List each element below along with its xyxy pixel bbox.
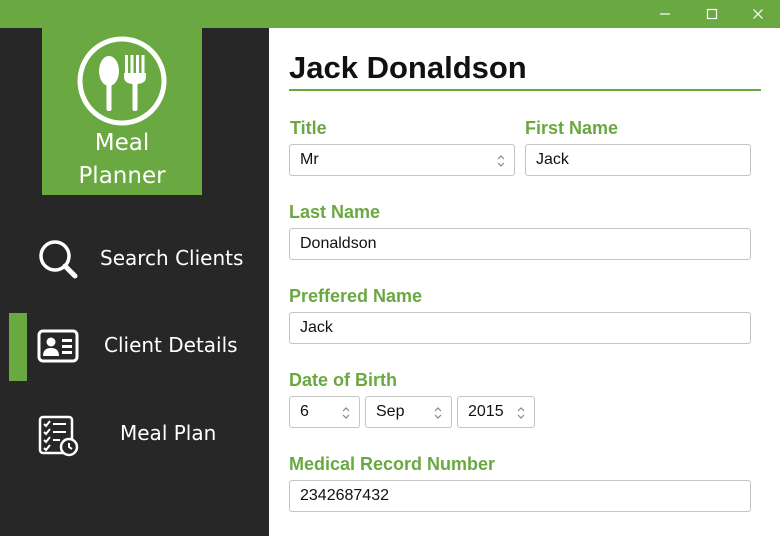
date-of-birth-label: Date of Birth <box>289 370 397 390</box>
spoon-fork-icon <box>77 36 167 126</box>
app-logo: Meal Planner <box>42 28 202 195</box>
spinner-arrows-icon <box>517 407 525 419</box>
minimize-button[interactable] <box>642 0 688 28</box>
preferred-name-label: Preffered Name <box>289 286 423 306</box>
nav-item-search-clients[interactable]: Search Clients <box>0 226 269 294</box>
close-button[interactable] <box>735 0 780 28</box>
nav-label-meal-plan: Meal Plan <box>120 421 217 445</box>
nav-label-client-details: Client Details <box>104 333 238 357</box>
preferred-name-field[interactable]: Jack <box>289 312 751 344</box>
nav-item-meal-plan[interactable]: Meal Plan <box>0 401 269 469</box>
medical-record-number-label: Medical Record Number <box>289 454 496 474</box>
dob-month-value: Sep <box>376 403 405 420</box>
dob-day-select[interactable]: 6 <box>289 396 360 428</box>
app-name-line1: Meal <box>94 130 150 156</box>
search-icon <box>39 240 78 279</box>
title-label: Title <box>290 118 327 138</box>
first-name-label: First Name <box>525 118 619 138</box>
dob-month-select[interactable]: Sep <box>365 396 452 428</box>
minimize-icon <box>660 13 670 15</box>
medical-record-number-field[interactable]: 2342687432 <box>289 480 751 512</box>
nav-label-search-clients: Search Clients <box>100 246 244 270</box>
id-card-icon <box>37 329 79 363</box>
dob-day-value: 6 <box>300 403 309 420</box>
spinner-arrows-icon <box>342 407 350 419</box>
page-title: Jack Donaldson <box>289 50 527 85</box>
app-name-line2: Planner <box>78 163 166 189</box>
title-select-value: Mr <box>300 151 319 168</box>
maximize-icon <box>706 8 718 20</box>
spinner-arrows-icon <box>497 155 505 167</box>
title-divider <box>289 89 761 91</box>
spinner-arrows-icon <box>434 407 442 419</box>
dob-year-value: 2015 <box>468 403 504 420</box>
sidebar: Meal Planner Search Clients Client Detai… <box>0 28 269 536</box>
title-bar <box>0 0 780 28</box>
last-name-field[interactable]: Donaldson <box>289 228 751 260</box>
title-select[interactable]: Mr <box>289 144 515 176</box>
nav-item-client-details[interactable]: Client Details <box>0 313 269 381</box>
close-icon <box>753 9 763 19</box>
checklist-clock-icon <box>38 415 79 457</box>
maximize-button[interactable] <box>689 0 735 28</box>
first-name-field[interactable]: Jack <box>525 144 751 176</box>
last-name-label: Last Name <box>289 202 381 222</box>
app-name: Meal Planner <box>42 127 202 193</box>
client-details-panel: Jack Donaldson Title Mr First Name Jack … <box>269 28 780 536</box>
dob-year-select[interactable]: 2015 <box>457 396 535 428</box>
